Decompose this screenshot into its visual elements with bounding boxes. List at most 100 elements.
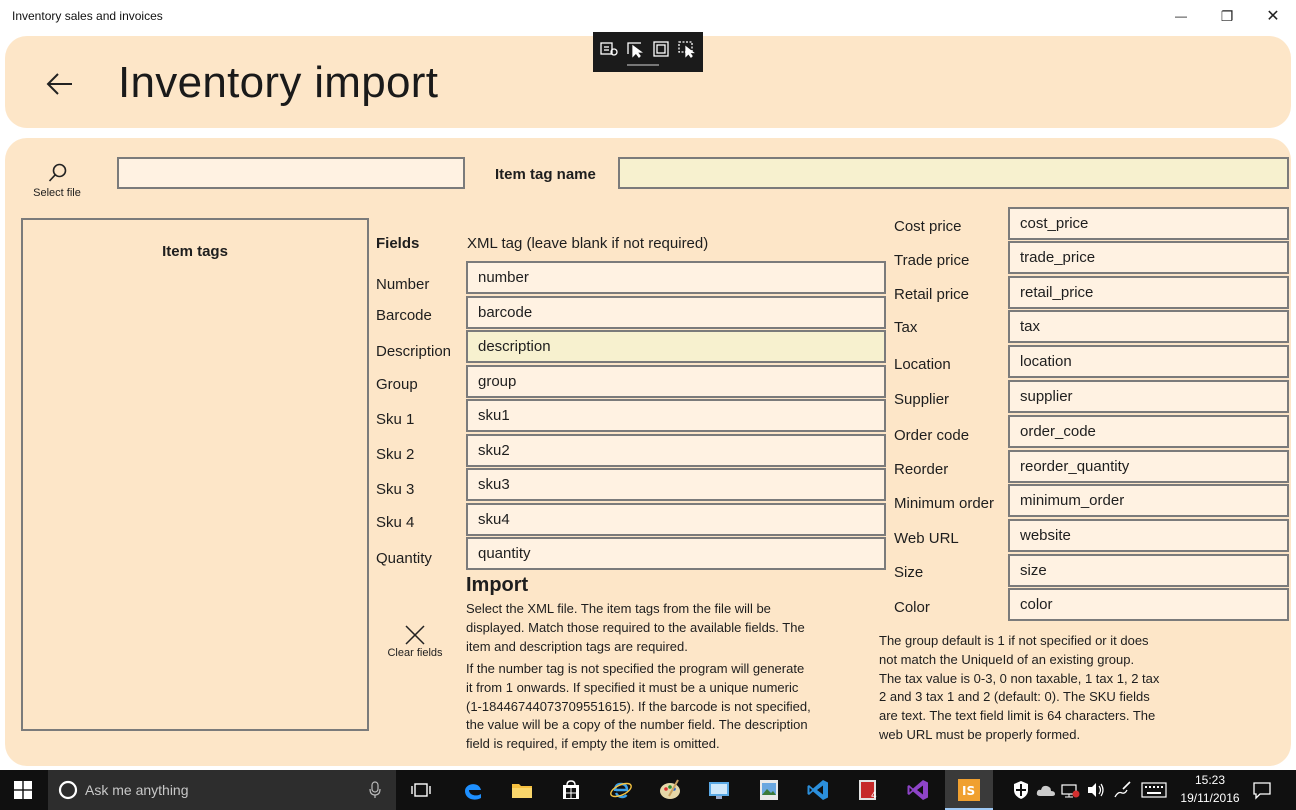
minimize-icon: — xyxy=(1175,9,1187,23)
field-input-trade-price[interactable]: trade_price xyxy=(1008,241,1289,274)
defender-shield-icon[interactable] xyxy=(1012,780,1030,800)
field-input-sku2[interactable]: sku2 xyxy=(466,434,886,467)
field-input-web-url[interactable]: website xyxy=(1008,519,1289,552)
field-input-description[interactable]: description xyxy=(466,330,886,363)
field-input-number[interactable]: number xyxy=(466,261,886,294)
field-input-size[interactable]: size xyxy=(1008,554,1289,587)
field-input-retail-price[interactable]: retail_price xyxy=(1008,276,1289,309)
item-tags-list[interactable]: Item tags xyxy=(21,218,369,731)
field-label-group: Group xyxy=(376,376,418,393)
note-line: field is required, if empty the item is … xyxy=(466,736,720,752)
internet-explorer-icon[interactable] xyxy=(609,778,633,802)
note-line: The group default is 1 if not specified … xyxy=(879,633,1149,648)
note-line: are text. The text field limit is 64 cha… xyxy=(879,708,1156,724)
field-label-reorder: Reorder xyxy=(894,461,949,478)
taskbar: Ask me anything 4 IS 15:23 19/11/2016 xyxy=(0,770,1296,810)
item-tags-title: Item tags xyxy=(162,243,228,260)
photo-viewer-icon[interactable] xyxy=(757,778,781,802)
onedrive-cloud-icon[interactable] xyxy=(1036,782,1056,798)
close-icon: ✕ xyxy=(1266,8,1280,25)
field-label-sku3: Sku 3 xyxy=(376,481,415,498)
track-focus-icon[interactable] xyxy=(677,40,697,58)
paint-icon[interactable] xyxy=(658,778,682,802)
field-input-sku1[interactable]: sku1 xyxy=(466,399,886,432)
field-input-quantity[interactable]: quantity xyxy=(466,537,886,570)
field-label-cost-price: Cost price xyxy=(894,218,962,235)
volume-icon[interactable] xyxy=(1086,781,1106,799)
fields-header: Fields xyxy=(376,235,420,252)
back-button[interactable] xyxy=(44,70,76,98)
field-label-barcode: Barcode xyxy=(376,307,432,324)
pen-workspace-icon[interactable] xyxy=(1112,780,1132,800)
field-label-sku2: Sku 2 xyxy=(376,446,415,463)
back-arrow-icon xyxy=(46,73,72,95)
clock-date[interactable]: 19/11/2016 xyxy=(1172,791,1248,805)
field-input-sku3[interactable]: sku3 xyxy=(466,468,886,501)
touch-keyboard-icon[interactable] xyxy=(1141,782,1167,798)
field-label-color: Color xyxy=(894,599,930,616)
field-label-location: Location xyxy=(894,356,951,373)
toolbar-grip[interactable] xyxy=(627,64,659,66)
field-label-order-code: Order code xyxy=(894,427,970,444)
note-line: 2 and 3 tax 1 and 2 (default: 0). The SK… xyxy=(879,689,1150,705)
page-title: Inventory import xyxy=(118,58,439,107)
minimize-button[interactable]: — xyxy=(1158,0,1204,32)
vscode-icon[interactable] xyxy=(806,778,830,802)
restore-button[interactable]: ❐ xyxy=(1204,0,1250,32)
note-line: If the number tag is not specified the p… xyxy=(466,661,805,676)
remote-desktop-icon[interactable] xyxy=(707,778,731,802)
field-input-tax[interactable]: tax xyxy=(1008,310,1289,343)
acrobat-icon[interactable]: 4 xyxy=(856,778,880,802)
xml-tag-header: XML tag (leave blank if not required) xyxy=(467,235,709,252)
field-input-sku4[interactable]: sku4 xyxy=(466,503,886,536)
select-file-label: Select file xyxy=(33,187,81,199)
field-label-retail-price: Retail price xyxy=(894,286,970,303)
active-app-tile[interactable]: IS xyxy=(945,770,993,810)
field-label-description: Description xyxy=(376,343,452,360)
select-element-icon[interactable] xyxy=(625,40,645,58)
live-tree-icon[interactable] xyxy=(599,40,619,58)
app-title: Inventory sales and invoices xyxy=(12,9,163,23)
field-input-group[interactable]: group xyxy=(466,365,886,398)
file-explorer-icon[interactable] xyxy=(510,778,534,802)
microphone-icon[interactable] xyxy=(368,781,382,799)
close-button[interactable]: ✕ xyxy=(1250,0,1296,32)
clear-fields-button[interactable]: Clear fields xyxy=(384,622,446,662)
edge-icon[interactable] xyxy=(461,778,485,802)
item-tag-name-field[interactable] xyxy=(618,157,1289,189)
field-input-barcode[interactable]: barcode xyxy=(466,296,886,329)
field-label-supplier: Supplier xyxy=(894,391,950,408)
field-input-color[interactable]: color xyxy=(1008,588,1289,621)
store-icon[interactable] xyxy=(559,778,583,802)
cortana-search-box[interactable]: Ask me anything xyxy=(48,770,396,810)
start-windows-icon[interactable] xyxy=(14,781,32,799)
display-layout-adorners-icon[interactable] xyxy=(651,40,671,58)
visual-studio-icon[interactable] xyxy=(906,778,930,802)
network-icon[interactable] xyxy=(1060,781,1080,799)
field-label-minimum-order: Minimum order xyxy=(894,495,995,512)
file-path-field[interactable] xyxy=(117,157,465,189)
field-input-location[interactable]: location xyxy=(1008,345,1289,378)
field-input-reorder[interactable]: reorder_quantity xyxy=(1008,450,1289,483)
action-center-icon[interactable] xyxy=(1252,780,1272,800)
field-label-sku1: Sku 1 xyxy=(376,411,415,428)
note-line: displayed. Match those required to the a… xyxy=(466,619,805,635)
field-input-order-code[interactable]: order_code xyxy=(1008,415,1289,448)
note-line: item and description tags are required. xyxy=(466,638,688,654)
clock-time[interactable]: 15:23 xyxy=(1180,773,1240,787)
field-input-minimum-order[interactable]: minimum_order xyxy=(1008,484,1289,517)
cortana-icon xyxy=(58,780,78,800)
inventory-app-icon: IS xyxy=(958,779,980,801)
search-icon xyxy=(48,163,67,182)
note-line: not match the UniqueId of an existing gr… xyxy=(879,651,1135,667)
field-input-supplier[interactable]: supplier xyxy=(1008,380,1289,413)
select-file-button[interactable]: Select file xyxy=(30,162,84,202)
field-input-cost-price[interactable]: cost_price xyxy=(1008,207,1289,240)
item-tag-name-label: Item tag name xyxy=(495,166,596,183)
restore-icon: ❐ xyxy=(1220,7,1234,24)
debug-toolbar xyxy=(593,32,703,72)
import-note-2: If the number tag is not specified the p… xyxy=(466,660,811,754)
note-line: the value will be a copy of the number f… xyxy=(466,717,808,733)
task-view-icon[interactable] xyxy=(409,778,433,802)
field-label-web-url: Web URL xyxy=(894,530,959,547)
